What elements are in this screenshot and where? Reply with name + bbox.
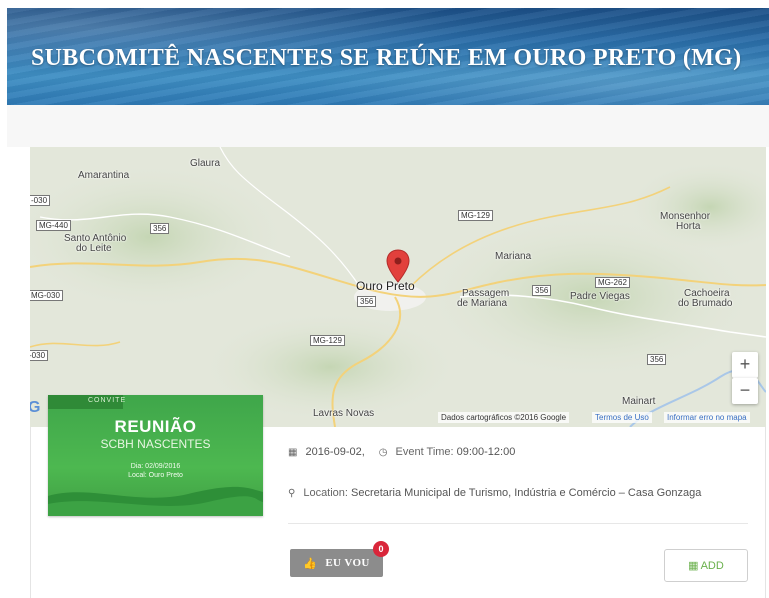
map-place-label: Amarantina [78, 170, 130, 181]
calendar-add-icon: ▦ [688, 560, 699, 572]
map-road-shield: MG-129 [458, 210, 493, 221]
event-time: 09:00-12:00 [456, 446, 516, 458]
poster-title: REUNIÃO [114, 417, 197, 436]
map-road-shield: -030 [30, 350, 49, 361]
map-attribution: Dados cartográficos ©2016 Google [438, 412, 570, 423]
map-report-link-text[interactable]: Informar erro no mapa [667, 413, 747, 422]
map-place-label: Mariana [495, 251, 532, 262]
map-road-shield: MG-030 [30, 290, 63, 301]
eu-vou-label: EU VOU [325, 557, 370, 569]
map-road-shield: MG-262 [595, 277, 630, 288]
clock-icon: ◷ [378, 446, 388, 458]
google-logo-icon: G [30, 399, 41, 416]
poster-wave-decoration [48, 486, 263, 516]
poster-date: Dia: 02/09/2016 [130, 463, 181, 470]
map-place-label: Glaura [190, 158, 221, 169]
page-title: SUBCOMITÊ NASCENTES SE REÚNE EM OURO PRE… [31, 45, 742, 71]
map-road-shield: 356 [357, 296, 377, 307]
map-place-label: Lavras Novas [313, 408, 375, 419]
event-date-row: ▦ 2016-09-02, ◷ Event Time: 09:00-12:00 [288, 446, 515, 458]
add-label: ADD [700, 559, 724, 572]
calendar-icon: ▦ [288, 446, 298, 458]
event-date: 2016-09-02, [305, 446, 365, 458]
event-time-label: Event Time: [395, 446, 454, 458]
map-road-shield: 356 [532, 285, 552, 296]
zoom-out-button[interactable]: − [732, 378, 758, 404]
map-road-shield: 356 [647, 354, 667, 365]
map-pin-icon: ⚲ [288, 487, 296, 499]
map-road-shield: MG-129 [310, 335, 345, 346]
event-location: Secretaria Municipal de Turismo, Indústr… [350, 487, 702, 499]
map-place-label: do Leite [76, 243, 112, 254]
zoom-in-button[interactable]: + [732, 352, 758, 378]
add-to-calendar-button[interactable]: ▦ ADD [664, 549, 748, 582]
event-poster: CONVITE REUNIÃO SCBH NASCENTES Dia: 02/0… [48, 395, 263, 516]
attendee-count-badge: 0 [373, 541, 389, 557]
hero-banner: SUBCOMITÊ NASCENTES SE REÚNE EM OURO PRE… [7, 8, 769, 105]
eu-vou-button[interactable]: 👍 EU VOU [290, 549, 383, 577]
details-divider [288, 523, 748, 524]
poster-place: Local: Ouro Preto [128, 472, 183, 479]
event-location-row: ⚲ Location: Secretaria Municipal de Turi… [288, 487, 701, 499]
content-top-spacer [7, 105, 769, 147]
poster-tag: CONVITE [88, 397, 127, 404]
map-road-shield: 356 [150, 223, 170, 234]
event-location-label: Location: [303, 487, 348, 499]
map-place-label: do Brumado [678, 298, 733, 309]
map-place-label: Horta [676, 221, 701, 232]
map-place-label: de Mariana [457, 298, 508, 309]
poster-subtitle: SCBH NASCENTES [100, 437, 211, 451]
map-place-label: Padre Viegas [570, 291, 630, 302]
thumbs-up-icon: 👍 [303, 557, 318, 570]
map-road-shield: MG-440 [36, 220, 71, 231]
map-road-shield: -030 [30, 195, 51, 206]
event-map[interactable]: Amarantina Glaura Santo Antônio do Leite… [30, 147, 766, 427]
map-terms-link-text[interactable]: Termos de Uso [595, 413, 649, 422]
map-terms-link[interactable]: Termos de Uso [592, 412, 652, 423]
map-report-link[interactable]: Informar erro no mapa [664, 412, 750, 423]
map-place-label: Mainart [622, 396, 656, 407]
location-marker-icon[interactable] [386, 249, 410, 283]
